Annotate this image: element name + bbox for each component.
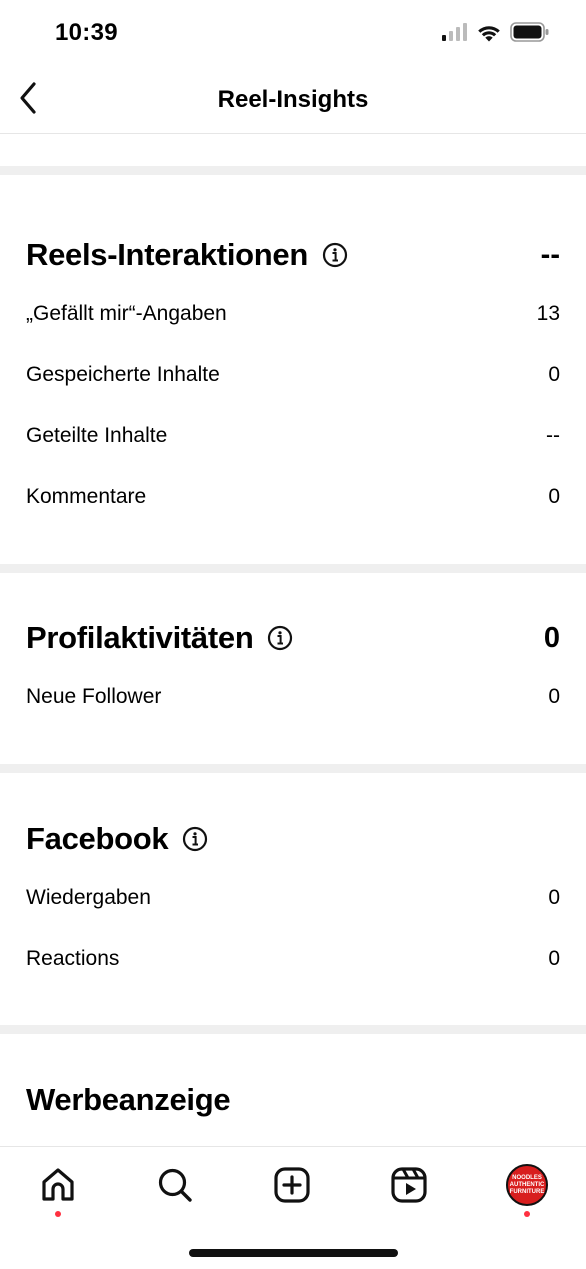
section-divider <box>0 564 586 573</box>
metric-row: „Gefällt mir“-Angaben 13 <box>26 283 560 344</box>
section-total-value: 0 <box>543 621 560 654</box>
info-icon[interactable] <box>267 625 293 651</box>
reels-interactions-section: Reels-Interaktionen -- „Gefällt mir“-Ang… <box>0 175 586 564</box>
home-icon <box>42 1168 74 1201</box>
reels-icon <box>391 1167 427 1203</box>
metric-row: Reactions 0 <box>26 928 560 989</box>
metric-value: 0 <box>548 946 560 970</box>
tab-home[interactable] <box>36 1163 80 1207</box>
metric-label: Kommentare <box>26 484 147 508</box>
metric-value: 0 <box>548 885 560 909</box>
section-header: Profilaktivitäten 0 <box>26 610 560 666</box>
section-divider <box>0 166 586 175</box>
tab-profile[interactable]: NOODLES AUTHENTIC FURNITURE <box>505 1163 549 1207</box>
section-title: Profilaktivitäten <box>26 620 254 655</box>
section-header: Werbeanzeige <box>26 1072 560 1128</box>
status-time: 10:39 <box>55 19 118 46</box>
info-icon[interactable] <box>182 826 208 852</box>
metric-label: Gespeicherte Inhalte <box>26 362 220 386</box>
wifi-icon <box>478 25 500 41</box>
info-icon[interactable] <box>322 242 348 268</box>
metric-value: -- <box>546 423 560 447</box>
avatar-text: AUTHENTIC <box>509 1181 545 1188</box>
plus-square-icon <box>274 1167 310 1203</box>
section-title: Reels-Interaktionen <box>26 237 308 272</box>
section-total-value: -- <box>540 238 560 271</box>
metric-value: 0 <box>548 484 560 508</box>
notification-dot <box>524 1211 530 1217</box>
nav-bar: Reel-Insights <box>0 66 586 134</box>
page-title: Reel-Insights <box>217 86 369 113</box>
section-title: Werbeanzeige <box>26 1082 231 1117</box>
search-icon <box>158 1168 192 1202</box>
metric-label: Wiedergaben <box>26 885 151 909</box>
section-header: Facebook <box>26 811 560 867</box>
section-divider <box>0 764 586 773</box>
metric-row: Gespeicherte Inhalte 0 <box>26 344 560 405</box>
facebook-section: Facebook Wiedergaben 0 Reactions 0 <box>0 773 586 1025</box>
metric-row: Geteilte Inhalte -- <box>26 405 560 466</box>
avatar-text: FURNITURE <box>509 1188 545 1195</box>
battery-icon <box>510 22 549 42</box>
insights-content[interactable]: Reels-Interaktionen -- „Gefällt mir“-Ang… <box>0 134 586 1146</box>
avatar: NOODLES AUTHENTIC FURNITURE <box>506 1164 548 1206</box>
section-title: Facebook <box>26 821 169 856</box>
metric-value: 0 <box>548 362 560 386</box>
tab-bar: NOODLES AUTHENTIC FURNITURE <box>0 1146 586 1269</box>
home-indicator[interactable] <box>189 1249 398 1257</box>
metric-label: Neue Follower <box>26 684 162 708</box>
metric-row: Kommentare 0 <box>26 466 560 527</box>
metric-label: „Gefällt mir“-Angaben <box>26 301 227 325</box>
top-spacer <box>0 134 586 166</box>
profile-activity-section: Profilaktivitäten 0 Neue Follower 0 <box>0 573 586 764</box>
metric-label: Reactions <box>26 946 120 970</box>
metric-value: 13 <box>536 301 560 325</box>
section-divider <box>0 1025 586 1034</box>
tab-search[interactable] <box>153 1163 197 1207</box>
status-bar: 10:39 <box>0 0 586 66</box>
metric-value: 0 <box>548 684 560 708</box>
tab-reels[interactable] <box>387 1163 431 1207</box>
metric-row: Wiedergaben 0 <box>26 867 560 928</box>
status-icons <box>442 22 550 42</box>
tab-create[interactable] <box>270 1163 314 1207</box>
section-header: Reels-Interaktionen -- <box>26 227 560 283</box>
metric-label: Geteilte Inhalte <box>26 423 168 447</box>
notification-dot <box>55 1211 61 1217</box>
ad-section: Werbeanzeige <box>0 1034 586 1128</box>
avatar-text: NOODLES <box>512 1174 542 1181</box>
cellular-signal-icon <box>442 23 467 41</box>
metric-row: Neue Follower 0 <box>26 666 560 727</box>
